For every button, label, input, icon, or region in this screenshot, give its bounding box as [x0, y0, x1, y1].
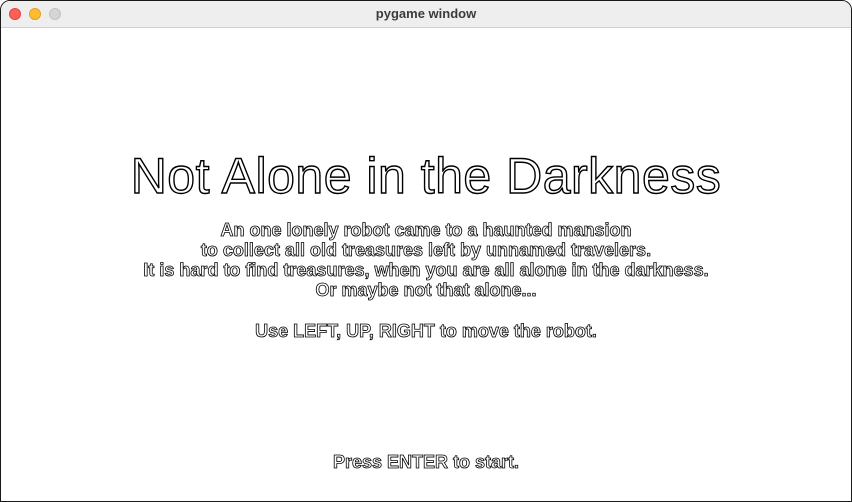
story-line: An one lonely robot came to a haunted ma…: [220, 220, 632, 241]
game-title: Not Alone in the Darkness: [130, 147, 722, 204]
story-line: to collect all old treasures left by unn…: [200, 240, 652, 261]
start-prompt: Press ENTER to start.: [332, 452, 520, 473]
controls-hint: Use LEFT, UP, RIGHT to move the robot.: [255, 321, 598, 342]
story-line: It is hard to find treasures, when you a…: [143, 260, 709, 281]
app-window: pygame window Not Alone in the Darkness …: [0, 0, 852, 502]
story-line: Or maybe not that alone...: [315, 280, 537, 301]
title-bar: pygame window: [1, 1, 851, 28]
window-title: pygame window: [375, 6, 477, 21]
story-text: An one lonely robot came to a haunted ma…: [1, 220, 851, 301]
game-canvas[interactable]: Not Alone in the Darkness An one lonely …: [1, 28, 851, 501]
